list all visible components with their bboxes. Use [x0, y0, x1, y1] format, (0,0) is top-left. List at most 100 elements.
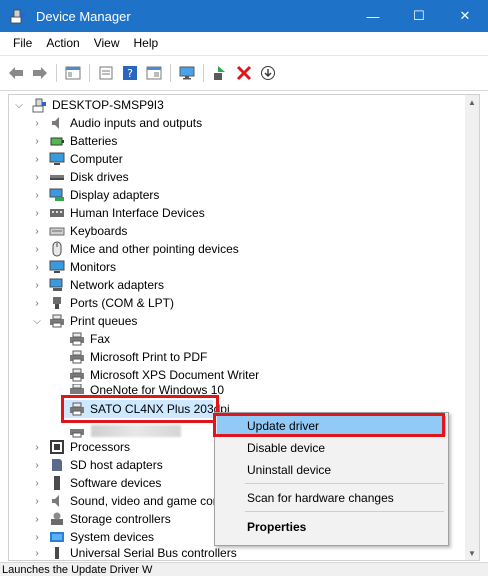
sd-card-icon [49, 457, 65, 473]
scan-hardware-menu-item[interactable]: Scan for hardware changes [217, 488, 446, 508]
toolbar-separator [89, 64, 90, 82]
update-driver-icon[interactable] [210, 63, 230, 83]
tree-category[interactable]: › Batteries [31, 132, 117, 150]
menu-file[interactable]: File [6, 36, 39, 50]
forward-arrow-icon[interactable] [30, 63, 50, 83]
mouse-icon [49, 241, 65, 257]
chevron-right-icon[interactable]: › [31, 117, 43, 129]
tree-device[interactable]: Microsoft XPS Document Writer [63, 366, 259, 384]
tree-category-label: Ports (COM & LPT) [70, 296, 175, 310]
chevron-right-icon[interactable]: › [31, 495, 43, 507]
network-adapter-icon [49, 277, 65, 293]
tree-category[interactable]: › Processors [31, 438, 130, 456]
monitor-icon [49, 151, 65, 167]
tree-category-label: Display adapters [70, 188, 160, 202]
chevron-right-icon[interactable]: › [31, 297, 43, 309]
chevron-right-icon[interactable]: › [31, 189, 43, 201]
chevron-right-icon[interactable]: › [31, 477, 43, 489]
chevron-right-icon[interactable]: › [31, 243, 43, 255]
tree-device-label: Microsoft Print to PDF [90, 350, 208, 364]
tree-category-label: Processors [70, 440, 131, 454]
maximize-button[interactable]: ☐ [396, 0, 442, 32]
tree-root[interactable]: ⌵ DESKTOP-SMSP9I3 [13, 96, 164, 114]
menu-action[interactable]: Action [39, 36, 86, 50]
properties-menu-item[interactable]: Properties [217, 517, 446, 537]
help-icon[interactable]: ? [120, 63, 140, 83]
disable-device-menu-item[interactable]: Disable device [217, 438, 446, 458]
chevron-right-icon[interactable]: › [31, 225, 43, 237]
tree-category[interactable]: › Universal Serial Bus controllers [31, 546, 237, 560]
chevron-right-icon[interactable]: › [31, 207, 43, 219]
system-device-icon [49, 529, 65, 545]
tree-category-label: SD host adapters [70, 458, 163, 472]
chevron-right-icon[interactable]: › [31, 279, 43, 291]
chevron-down-icon[interactable]: ⌵ [13, 99, 25, 111]
tree-category[interactable]: › Software devices [31, 474, 161, 492]
tree-category[interactable]: › Disk drives [31, 168, 129, 186]
printer-icon [49, 313, 65, 329]
tree-device[interactable]: Fax [63, 330, 110, 348]
tree-category[interactable]: › Audio inputs and outputs [31, 114, 202, 132]
tree-root-label: DESKTOP-SMSP9I3 [52, 98, 164, 112]
tree-category[interactable]: › Human Interface Devices [31, 204, 205, 222]
tree-category-label: Batteries [70, 134, 118, 148]
tree-category[interactable]: › Mice and other pointing devices [31, 240, 239, 258]
tree-category[interactable]: › Monitors [31, 258, 116, 276]
tree-device[interactable]: Microsoft Print to PDF [63, 348, 207, 366]
scroll-down-icon[interactable]: ▼ [465, 546, 479, 560]
usb-icon [49, 546, 65, 560]
printer-icon [69, 423, 85, 439]
uninstall-icon[interactable] [234, 63, 254, 83]
tree-category-label: Disk drives [70, 170, 129, 184]
tree-category[interactable]: › Network adapters [31, 276, 164, 294]
speaker-icon [49, 115, 65, 131]
tree-category-label: Audio inputs and outputs [70, 116, 203, 130]
properties-icon[interactable] [96, 63, 116, 83]
title-bar: Device Manager — ☐ ✕ [0, 0, 488, 32]
chevron-down-icon[interactable]: ⌵ [31, 315, 43, 327]
tree-category[interactable]: › Storage controllers [31, 510, 170, 528]
tree-category[interactable]: › Computer [31, 150, 122, 168]
device-manager-icon [10, 8, 26, 24]
toolbar-separator [203, 64, 204, 82]
chevron-right-icon[interactable]: › [31, 153, 43, 165]
show-hide-console-tree-icon[interactable] [63, 63, 83, 83]
menu-help[interactable]: Help [127, 36, 166, 50]
tree-category[interactable]: › System devices [31, 528, 154, 546]
monitor-icon [49, 259, 65, 275]
chevron-right-icon[interactable]: › [31, 459, 43, 471]
minimize-button[interactable]: — [350, 0, 396, 32]
chevron-right-icon[interactable]: › [31, 531, 43, 543]
chevron-right-icon[interactable]: › [31, 171, 43, 183]
redacted-label [91, 425, 181, 437]
toolbar-separator [56, 64, 57, 82]
tree-category-label: Network adapters [70, 278, 165, 292]
status-bar: Launches the Update Driver W [0, 562, 488, 576]
tree-category[interactable]: ⌵ Print queues [31, 312, 137, 330]
tree-category[interactable]: › SD host adapters [31, 456, 163, 474]
chevron-right-icon[interactable]: › [31, 441, 43, 453]
close-button[interactable]: ✕ [442, 0, 488, 32]
printer-icon [69, 367, 85, 383]
details-view-icon[interactable] [144, 63, 164, 83]
tree-category[interactable]: › Ports (COM & LPT) [31, 294, 174, 312]
chevron-right-icon[interactable]: › [31, 135, 43, 147]
chevron-right-icon[interactable]: › [31, 513, 43, 525]
storage-controller-icon [49, 511, 65, 527]
tree-category[interactable]: › Display adapters [31, 186, 159, 204]
uninstall-device-menu-item[interactable]: Uninstall device [217, 460, 446, 480]
back-arrow-icon[interactable] [6, 63, 26, 83]
speaker-icon [49, 493, 65, 509]
vertical-scrollbar[interactable]: ▲ ▼ [465, 95, 479, 560]
toolbar: ? [0, 55, 488, 91]
tree-category-label: Universal Serial Bus controllers [70, 546, 237, 560]
scroll-up-icon[interactable]: ▲ [465, 95, 479, 109]
tree-category-label: Human Interface Devices [70, 206, 205, 220]
printer-icon [69, 349, 85, 365]
download-icon[interactable] [258, 63, 278, 83]
menu-view[interactable]: View [87, 36, 127, 50]
tree-category[interactable]: › Keyboards [31, 222, 127, 240]
chevron-right-icon[interactable]: › [31, 261, 43, 273]
monitor-icon[interactable] [177, 63, 197, 83]
chevron-right-icon[interactable]: › [31, 547, 43, 559]
